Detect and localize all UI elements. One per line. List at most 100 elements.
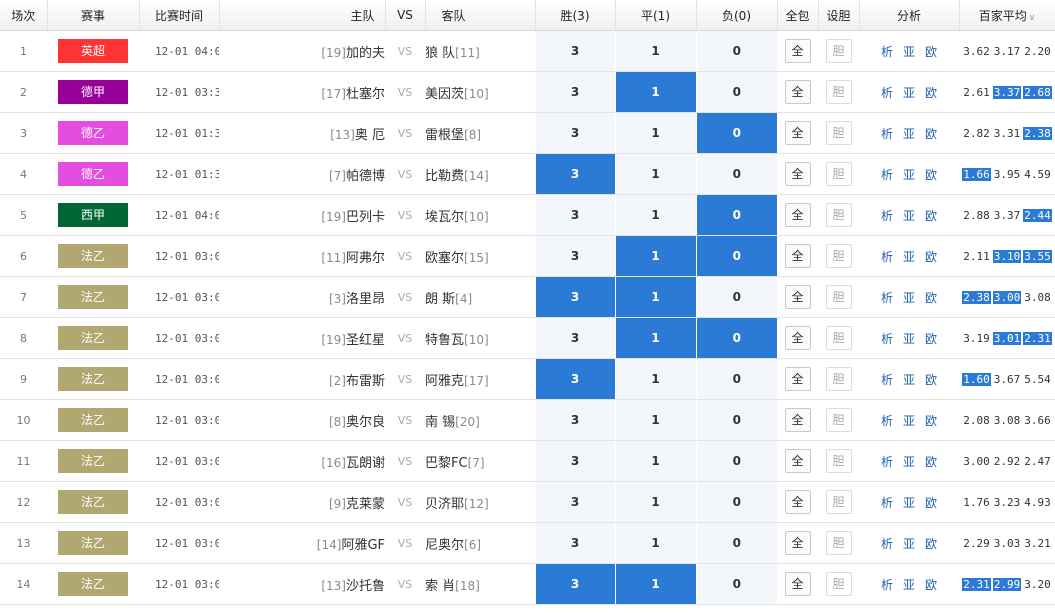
pick-draw[interactable]: 1 bbox=[614, 317, 696, 359]
pick-win[interactable]: 3 bbox=[534, 71, 615, 113]
home-team[interactable]: 阿弗尔 bbox=[346, 251, 385, 266]
all-pack-button[interactable]: 全 bbox=[784, 244, 811, 268]
all-pack-button[interactable]: 全 bbox=[784, 80, 811, 104]
set-banker-button[interactable]: 胆 bbox=[825, 121, 852, 145]
euro-odds-link[interactable]: 欧 bbox=[925, 45, 937, 59]
euro-odds-link[interactable]: 欧 bbox=[925, 291, 937, 305]
analysis-link[interactable]: 析 bbox=[881, 127, 893, 141]
away-team[interactable]: 贝济耶 bbox=[425, 497, 464, 512]
euro-odds-link[interactable]: 欧 bbox=[925, 86, 937, 100]
pick-win[interactable]: 3 bbox=[534, 153, 615, 195]
asian-odds-link[interactable]: 亚 bbox=[903, 373, 915, 387]
pick-lose[interactable]: 0 bbox=[695, 522, 777, 564]
pick-draw[interactable]: 1 bbox=[614, 112, 696, 154]
asian-odds-link[interactable]: 亚 bbox=[903, 455, 915, 469]
asian-odds-link[interactable]: 亚 bbox=[903, 578, 915, 592]
analysis-link[interactable]: 析 bbox=[881, 250, 893, 264]
set-banker-button[interactable]: 胆 bbox=[825, 80, 852, 104]
set-banker-button[interactable]: 胆 bbox=[825, 490, 852, 514]
set-banker-button[interactable]: 胆 bbox=[825, 449, 852, 473]
pick-win[interactable]: 3 bbox=[534, 481, 615, 523]
home-team[interactable]: 杜塞尔 bbox=[346, 87, 385, 102]
pick-draw[interactable]: 1 bbox=[614, 276, 696, 318]
asian-odds-link[interactable]: 亚 bbox=[903, 86, 915, 100]
analysis-link[interactable]: 析 bbox=[881, 45, 893, 59]
pick-win[interactable]: 3 bbox=[534, 112, 615, 154]
pick-win[interactable]: 3 bbox=[534, 522, 615, 564]
home-team[interactable]: 布雷斯 bbox=[346, 374, 385, 389]
analysis-link[interactable]: 析 bbox=[881, 578, 893, 592]
asian-odds-link[interactable]: 亚 bbox=[903, 209, 915, 223]
away-team[interactable]: 南 锡 bbox=[425, 415, 455, 430]
pick-lose[interactable]: 0 bbox=[695, 71, 777, 113]
set-banker-button[interactable]: 胆 bbox=[825, 326, 852, 350]
home-team[interactable]: 沙托鲁 bbox=[346, 579, 385, 594]
asian-odds-link[interactable]: 亚 bbox=[903, 496, 915, 510]
pick-win[interactable]: 3 bbox=[534, 358, 615, 400]
league-badge[interactable]: 法乙 bbox=[58, 367, 128, 391]
home-team[interactable]: 圣红星 bbox=[346, 333, 385, 348]
league-badge[interactable]: 法乙 bbox=[58, 490, 128, 514]
euro-odds-link[interactable]: 欧 bbox=[925, 578, 937, 592]
pick-win[interactable]: 3 bbox=[534, 194, 615, 236]
col-avg-odds[interactable]: 百家平均 ∨ bbox=[959, 0, 1055, 31]
set-banker-button[interactable]: 胆 bbox=[825, 244, 852, 268]
league-badge[interactable]: 法乙 bbox=[58, 408, 128, 432]
asian-odds-link[interactable]: 亚 bbox=[903, 414, 915, 428]
all-pack-button[interactable]: 全 bbox=[784, 449, 811, 473]
set-banker-button[interactable]: 胆 bbox=[825, 408, 852, 432]
pick-win[interactable]: 3 bbox=[534, 440, 615, 482]
euro-odds-link[interactable]: 欧 bbox=[925, 496, 937, 510]
away-team[interactable]: 巴黎FC bbox=[425, 456, 468, 471]
set-banker-button[interactable]: 胆 bbox=[825, 531, 852, 555]
league-badge[interactable]: 德甲 bbox=[58, 80, 128, 104]
analysis-link[interactable]: 析 bbox=[881, 291, 893, 305]
pick-draw[interactable]: 1 bbox=[614, 440, 696, 482]
col-all-pack[interactable]: 全包 bbox=[777, 0, 819, 31]
all-pack-button[interactable]: 全 bbox=[784, 572, 811, 596]
pick-draw[interactable]: 1 bbox=[614, 153, 696, 195]
all-pack-button[interactable]: 全 bbox=[784, 162, 811, 186]
pick-lose[interactable]: 0 bbox=[695, 194, 777, 236]
away-team[interactable]: 欧塞尔 bbox=[425, 251, 464, 266]
away-team[interactable]: 阿雅克 bbox=[425, 374, 464, 389]
pick-draw[interactable]: 1 bbox=[614, 71, 696, 113]
asian-odds-link[interactable]: 亚 bbox=[903, 168, 915, 182]
pick-draw[interactable]: 1 bbox=[614, 522, 696, 564]
league-badge[interactable]: 法乙 bbox=[58, 326, 128, 350]
home-team[interactable]: 帕德博 bbox=[346, 169, 385, 184]
set-banker-button[interactable]: 胆 bbox=[825, 203, 852, 227]
away-team[interactable]: 尼奥尔 bbox=[425, 538, 464, 553]
euro-odds-link[interactable]: 欧 bbox=[925, 127, 937, 141]
pick-lose[interactable]: 0 bbox=[695, 481, 777, 523]
analysis-link[interactable]: 析 bbox=[881, 537, 893, 551]
pick-lose[interactable]: 0 bbox=[695, 235, 777, 277]
euro-odds-link[interactable]: 欧 bbox=[925, 537, 937, 551]
pick-lose[interactable]: 0 bbox=[695, 317, 777, 359]
euro-odds-link[interactable]: 欧 bbox=[925, 209, 937, 223]
pick-draw[interactable]: 1 bbox=[614, 30, 696, 72]
pick-win[interactable]: 3 bbox=[534, 235, 615, 277]
pick-draw[interactable]: 1 bbox=[614, 358, 696, 400]
pick-lose[interactable]: 0 bbox=[695, 30, 777, 72]
pick-lose[interactable]: 0 bbox=[695, 399, 777, 441]
away-team[interactable]: 索 肖 bbox=[425, 579, 455, 594]
asian-odds-link[interactable]: 亚 bbox=[903, 45, 915, 59]
all-pack-button[interactable]: 全 bbox=[784, 408, 811, 432]
pick-draw[interactable]: 1 bbox=[614, 399, 696, 441]
asian-odds-link[interactable]: 亚 bbox=[903, 250, 915, 264]
pick-lose[interactable]: 0 bbox=[695, 153, 777, 195]
analysis-link[interactable]: 析 bbox=[881, 496, 893, 510]
set-banker-button[interactable]: 胆 bbox=[825, 367, 852, 391]
analysis-link[interactable]: 析 bbox=[881, 86, 893, 100]
all-pack-button[interactable]: 全 bbox=[784, 39, 811, 63]
home-team[interactable]: 奥 厄 bbox=[355, 128, 385, 143]
pick-draw[interactable]: 1 bbox=[614, 563, 696, 605]
analysis-link[interactable]: 析 bbox=[881, 209, 893, 223]
asian-odds-link[interactable]: 亚 bbox=[903, 537, 915, 551]
pick-lose[interactable]: 0 bbox=[695, 563, 777, 605]
pick-win[interactable]: 3 bbox=[534, 317, 615, 359]
pick-lose[interactable]: 0 bbox=[695, 276, 777, 318]
home-team[interactable]: 克莱蒙 bbox=[346, 497, 385, 512]
analysis-link[interactable]: 析 bbox=[881, 455, 893, 469]
